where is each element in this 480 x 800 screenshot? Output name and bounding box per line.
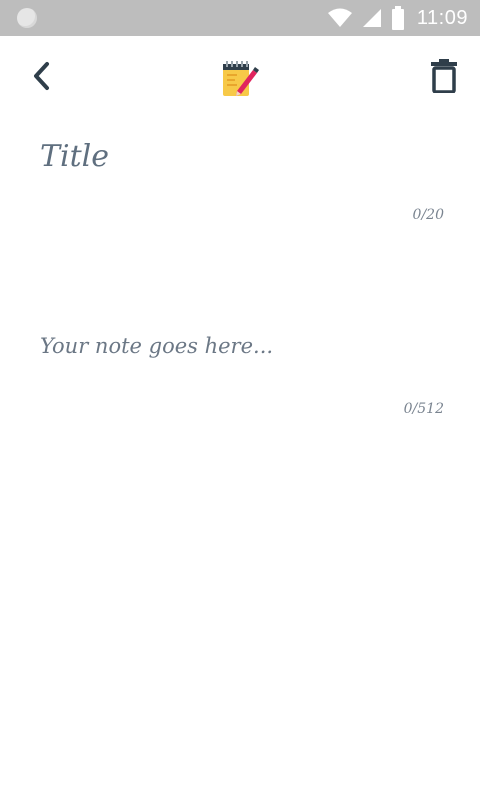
note-input[interactable] [40,334,440,370]
app-bar [0,36,480,118]
note-char-counter: 0/512 [403,401,444,417]
delete-button[interactable] [424,56,464,96]
status-icons: 11:09 [327,0,468,36]
wifi-icon [327,8,352,27]
title-input[interactable] [40,134,440,178]
signal-icon [362,9,381,27]
notepad-pen-icon [223,61,259,96]
chevron-left-icon [34,62,49,90]
status-bar: 11:09 [0,0,480,36]
back-button[interactable] [24,58,60,94]
status-time: 11:09 [416,6,468,29]
trash-icon [431,59,457,93]
battery-icon [391,6,404,30]
title-char-counter: 0/20 [412,207,444,223]
notification-dot-icon [17,8,37,28]
